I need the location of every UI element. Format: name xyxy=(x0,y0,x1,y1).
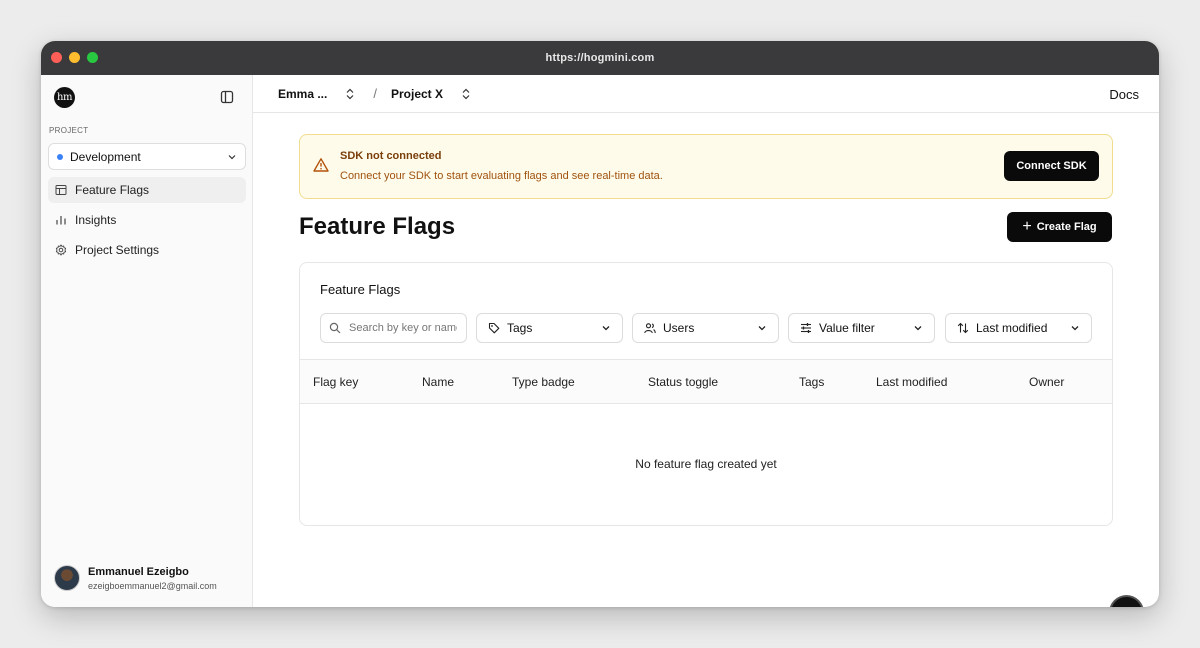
sidebar-nav: Feature Flags Insights Project Settings xyxy=(48,177,246,267)
create-flag-label: Create Flag xyxy=(1036,221,1097,233)
users-filter-dropdown[interactable]: Users xyxy=(632,313,779,343)
chevron-down-icon xyxy=(228,154,236,159)
project-name: Project X xyxy=(390,86,444,101)
banner-title: SDK not connected xyxy=(340,150,442,162)
environment-label: Development xyxy=(70,149,141,164)
table-header: Flag key Name Type badge Status toggle T… xyxy=(300,359,1112,404)
column-header-status-toggle[interactable]: Status toggle xyxy=(648,375,718,389)
value-filter-dropdown[interactable]: Value filter xyxy=(788,313,935,343)
project-section-label: PROJECT xyxy=(49,126,89,135)
title-bar: https://hogmini.com xyxy=(41,41,1159,75)
card-title: Feature Flags xyxy=(320,282,401,297)
column-header-type-badge[interactable]: Type badge xyxy=(512,375,575,389)
docs-link[interactable]: Docs xyxy=(1109,87,1139,102)
tag-icon xyxy=(488,322,500,334)
sidebar-item-label: Project Settings xyxy=(75,243,160,257)
sort-dropdown[interactable]: Last modified xyxy=(945,313,1092,343)
sidebar: hm PROJECT Development Feature Flags Ins… xyxy=(41,75,253,607)
maximize-window-button[interactable] xyxy=(87,52,98,63)
project-switcher[interactable]: Project X xyxy=(391,87,471,101)
sidebar-item-label: Feature Flags xyxy=(75,183,150,197)
chevron-down-icon xyxy=(914,326,922,331)
environment-select[interactable]: Development xyxy=(48,143,246,170)
close-window-button[interactable] xyxy=(51,52,62,63)
column-header-last-modified[interactable]: Last modified xyxy=(876,375,947,389)
sidebar-item-label: Insights xyxy=(75,213,117,227)
column-header-flag-key[interactable]: Flag key xyxy=(313,375,358,389)
bar-chart-icon xyxy=(56,216,66,225)
window-controls xyxy=(51,52,98,63)
tags-filter-dropdown[interactable]: Tags xyxy=(476,313,623,343)
avatar xyxy=(54,565,80,591)
browser-window: https://hogmini.com hm PROJECT Developme… xyxy=(41,41,1159,607)
chevron-up-down-icon xyxy=(346,88,354,99)
filter-label: Last modified xyxy=(976,321,1048,335)
minimize-window-button[interactable] xyxy=(69,52,80,63)
sliders-icon xyxy=(801,323,811,333)
filter-label: Tags xyxy=(507,321,533,335)
chevron-down-icon xyxy=(1071,326,1079,331)
chevron-up-down-icon xyxy=(462,88,470,99)
environment-status-dot xyxy=(57,153,63,160)
sdk-warning-banner: SDK not connected Connect your SDK to st… xyxy=(299,134,1113,199)
main-content: SDK not connected Connect your SDK to st… xyxy=(253,113,1159,607)
org-switcher[interactable]: Emma ... xyxy=(278,87,355,101)
connect-sdk-button[interactable]: Connect SDK xyxy=(1004,151,1099,181)
filter-label: Value filter xyxy=(819,321,875,335)
warning-icon xyxy=(313,158,329,172)
flag-table-icon xyxy=(55,185,67,195)
search-input[interactable] xyxy=(349,322,457,334)
create-flag-button[interactable]: + Create Flag xyxy=(1007,212,1112,242)
user-name: Emmanuel Ezeigbo xyxy=(88,565,189,578)
filter-label: Users xyxy=(663,321,695,335)
column-header-tags[interactable]: Tags xyxy=(799,375,824,389)
sidebar-toggle-icon[interactable] xyxy=(220,90,234,104)
org-name: Emma ... xyxy=(278,86,328,101)
column-header-owner[interactable]: Owner xyxy=(1029,375,1064,389)
sort-icon xyxy=(957,322,969,334)
chevron-down-icon xyxy=(602,326,610,331)
column-header-name[interactable]: Name xyxy=(422,375,454,389)
chevron-down-icon xyxy=(758,326,766,331)
banner-text: Connect your SDK to start evaluating fla… xyxy=(340,170,663,182)
user-profile[interactable]: Emmanuel Ezeigbo ezeigboemmanuel2@gmail.… xyxy=(54,565,217,591)
plus-icon: + xyxy=(1022,218,1032,235)
search-icon xyxy=(329,322,341,334)
address-bar[interactable]: https://hogmini.com xyxy=(546,52,655,64)
users-icon xyxy=(644,323,656,334)
sidebar-item-project-settings[interactable]: Project Settings xyxy=(48,237,246,263)
empty-state-text: No feature flag created yet xyxy=(635,457,777,471)
floating-action-button[interactable]: N xyxy=(1111,597,1142,607)
breadcrumb: Emma ... / Project X Docs xyxy=(253,75,1159,113)
sidebar-item-feature-flags[interactable]: Feature Flags xyxy=(48,177,246,203)
search-box[interactable] xyxy=(320,313,467,343)
gear-icon xyxy=(55,244,67,256)
sidebar-item-insights[interactable]: Insights xyxy=(48,207,246,233)
feature-flags-card: Feature Flags Tags xyxy=(299,262,1113,526)
app-logo[interactable]: hm xyxy=(54,87,75,108)
breadcrumb-separator: / xyxy=(373,86,377,101)
user-email: ezeigboemmanuel2@gmail.com xyxy=(88,580,217,591)
page-title: Feature Flags xyxy=(299,213,456,240)
